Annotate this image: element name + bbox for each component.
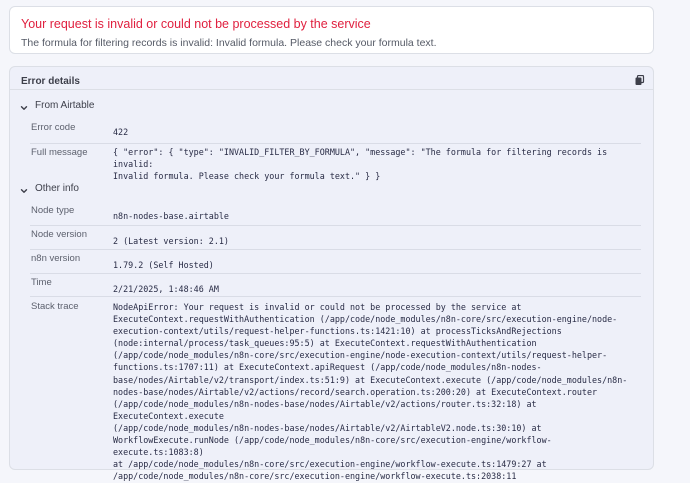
node-version-value: 2 (Latest version: 2.1) [113,236,229,246]
detail-row-node-type: Node type n8n-nodes-base.airtable [30,201,641,226]
node-type-value: n8n-nodes-base.airtable [113,211,229,221]
detail-row-node-version: Node version 2 (Latest version: 2.1) [30,226,641,250]
stack-trace-label: Stack trace [31,301,79,312]
section-toggle-other-info[interactable]: Other info [19,181,79,195]
full-message-value: { "error": { "type": "INVALID_FILTER_BY_… [113,147,608,182]
error-details-header: Error details [10,67,653,90]
detail-row-time: Time 2/21/2025, 1:48:46 AM [30,274,641,297]
detail-row-n8n-version: n8n version 1.79.2 (Self Hosted) [30,250,641,274]
stack-trace-value: NodeApiError: Your request is invalid or… [113,302,628,482]
error-details-panel: Error details From Airtable Error code 4… [9,66,654,481]
copy-icon[interactable] [635,73,645,85]
n8n-version-label: n8n version [31,253,81,264]
node-version-label: Node version [31,229,87,240]
node-type-label: Node type [31,205,75,216]
error-description: The formula for filtering records is inv… [21,37,437,49]
section-label-from-airtable: From Airtable [35,99,95,111]
error-code-label: Error code [31,122,76,133]
detail-row-error-code: Error code 422 [30,119,641,144]
error-details-title: Error details [21,76,80,87]
time-value: 2/21/2025, 1:48:46 AM [113,284,219,294]
chevron-down-icon [19,183,29,193]
error-code-value: 422 [113,127,129,137]
error-banner: Your request is invalid or could not be … [9,6,654,54]
section-toggle-from-airtable[interactable]: From Airtable [19,98,94,112]
detail-row-stack-trace: Stack trace NodeApiError: Your request i… [30,297,641,481]
time-label: Time [31,277,52,288]
error-title: Your request is invalid or could not be … [21,17,371,31]
chevron-down-icon [19,100,29,110]
full-message-label: Full message [31,147,88,158]
n8n-version-value: 1.79.2 (Self Hosted) [113,260,214,270]
detail-row-full-message: Full message { "error": { "type": "INVAL… [30,144,641,181]
section-label-other-info: Other info [35,182,79,194]
